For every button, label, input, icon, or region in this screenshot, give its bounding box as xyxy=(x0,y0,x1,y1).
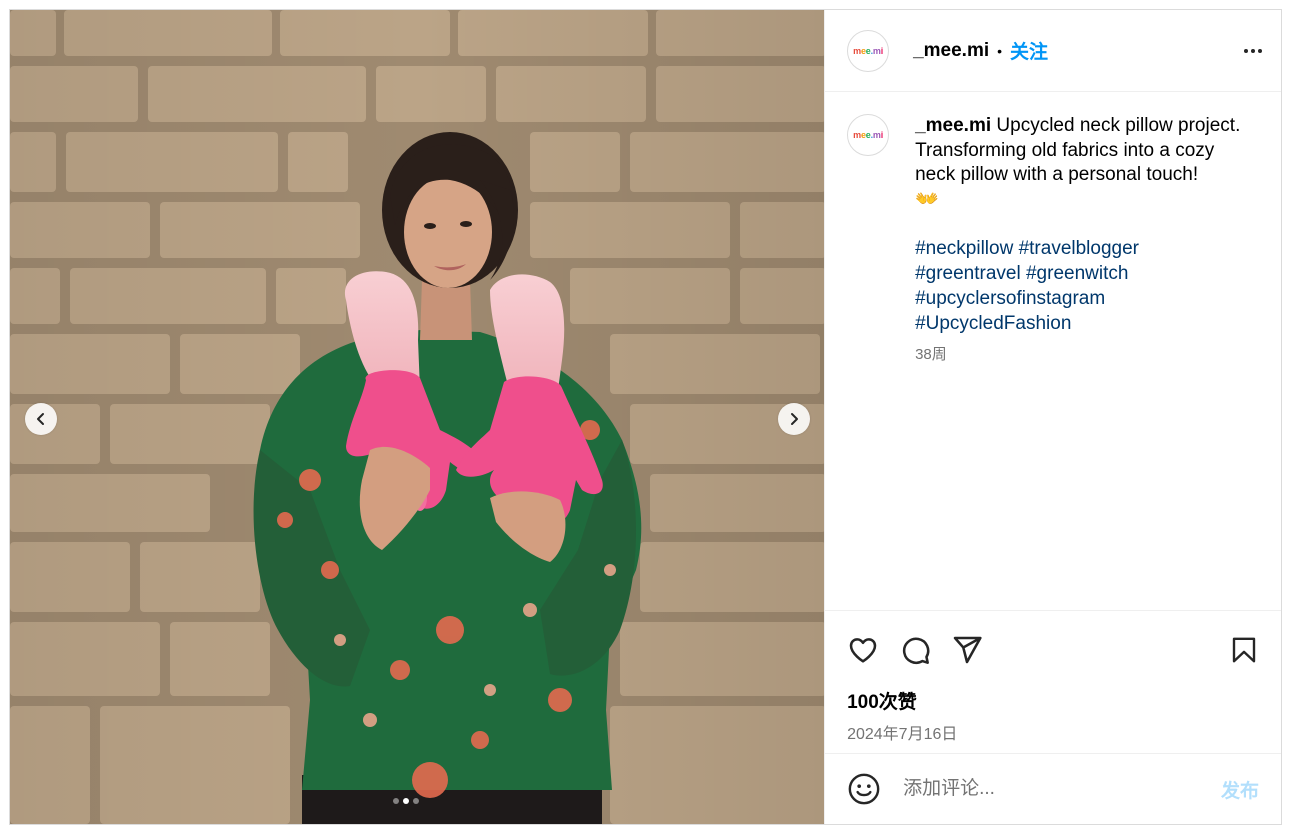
chevron-left-icon xyxy=(37,413,44,425)
add-comment-bar: 发布 xyxy=(825,753,1281,824)
post-photo xyxy=(10,10,825,824)
hashtag-line[interactable]: #UpcycledFashion xyxy=(915,311,1245,336)
bookmark-icon xyxy=(1232,637,1256,663)
send-icon xyxy=(953,636,982,664)
hashtag-line[interactable]: #upcyclersofinstagram xyxy=(915,286,1245,311)
caption-line-2: Transforming old fabrics into a cozy nec… xyxy=(915,139,1215,186)
caption-avatar[interactable]: mee.mi xyxy=(847,114,890,156)
post-actions: 100次赞 2024年7月16日 xyxy=(825,610,1281,753)
hashtag-line[interactable]: #greentravel #greenwitch xyxy=(915,261,1245,286)
separator-dot: • xyxy=(997,42,1003,59)
hashtag-list: #neckpillow #travelblogger #greentravel … xyxy=(915,236,1245,336)
comment-icon xyxy=(902,637,930,665)
like-button[interactable] xyxy=(847,634,879,666)
instagram-post-modal: mee.mi _mee.mi • 关注 mee.mi _mee.mi Upcyc… xyxy=(9,9,1282,825)
carousel-dot xyxy=(413,798,419,804)
emoji-picker-button[interactable] xyxy=(847,772,881,806)
next-slide-button[interactable] xyxy=(778,403,810,435)
caption-line-1: Upcycled neck pillow project. xyxy=(996,115,1241,136)
comment-input[interactable] xyxy=(901,777,1221,801)
caption-timestamp[interactable]: 38周 xyxy=(915,343,1245,368)
hashtag-line[interactable]: #neckpillow #travelblogger xyxy=(915,236,1245,261)
carousel-indicator xyxy=(393,798,419,804)
share-button[interactable] xyxy=(951,634,983,666)
carousel-dot xyxy=(393,798,399,804)
heart-icon xyxy=(849,638,877,663)
comments-section: mee.mi _mee.mi Upcycled neck pillow proj… xyxy=(825,92,1281,610)
post-date[interactable]: 2024年7月16日 xyxy=(847,720,1259,744)
action-icons-row xyxy=(847,611,1259,683)
carousel-dot xyxy=(403,798,409,804)
more-options-button[interactable] xyxy=(1241,39,1265,63)
post-side-panel: mee.mi _mee.mi • 关注 mee.mi _mee.mi Upcyc… xyxy=(824,10,1281,824)
caption-text: _mee.mi Upcycled neck pillow project. Tr… xyxy=(915,114,1245,368)
like-count[interactable]: 100次赞 xyxy=(847,687,1259,714)
comment-button[interactable] xyxy=(899,634,931,666)
previous-slide-button[interactable] xyxy=(25,403,57,435)
caption-emoji: 👐 xyxy=(915,188,939,210)
author-username-link[interactable]: _mee.mi xyxy=(913,40,989,62)
post-comment-button[interactable]: 发布 xyxy=(1221,776,1259,803)
smiley-icon xyxy=(848,773,880,805)
more-horizontal-icon xyxy=(1244,48,1262,53)
save-button[interactable] xyxy=(1229,635,1259,665)
chevron-right-icon xyxy=(791,413,798,425)
post-media[interactable] xyxy=(10,10,825,824)
follow-button[interactable]: 关注 xyxy=(1010,37,1048,64)
caption-username-link[interactable]: _mee.mi xyxy=(915,115,991,136)
post-header: mee.mi _mee.mi • 关注 xyxy=(825,10,1281,92)
avatar[interactable]: mee.mi xyxy=(847,29,890,72)
caption: mee.mi _mee.mi Upcycled neck pillow proj… xyxy=(847,114,1259,368)
